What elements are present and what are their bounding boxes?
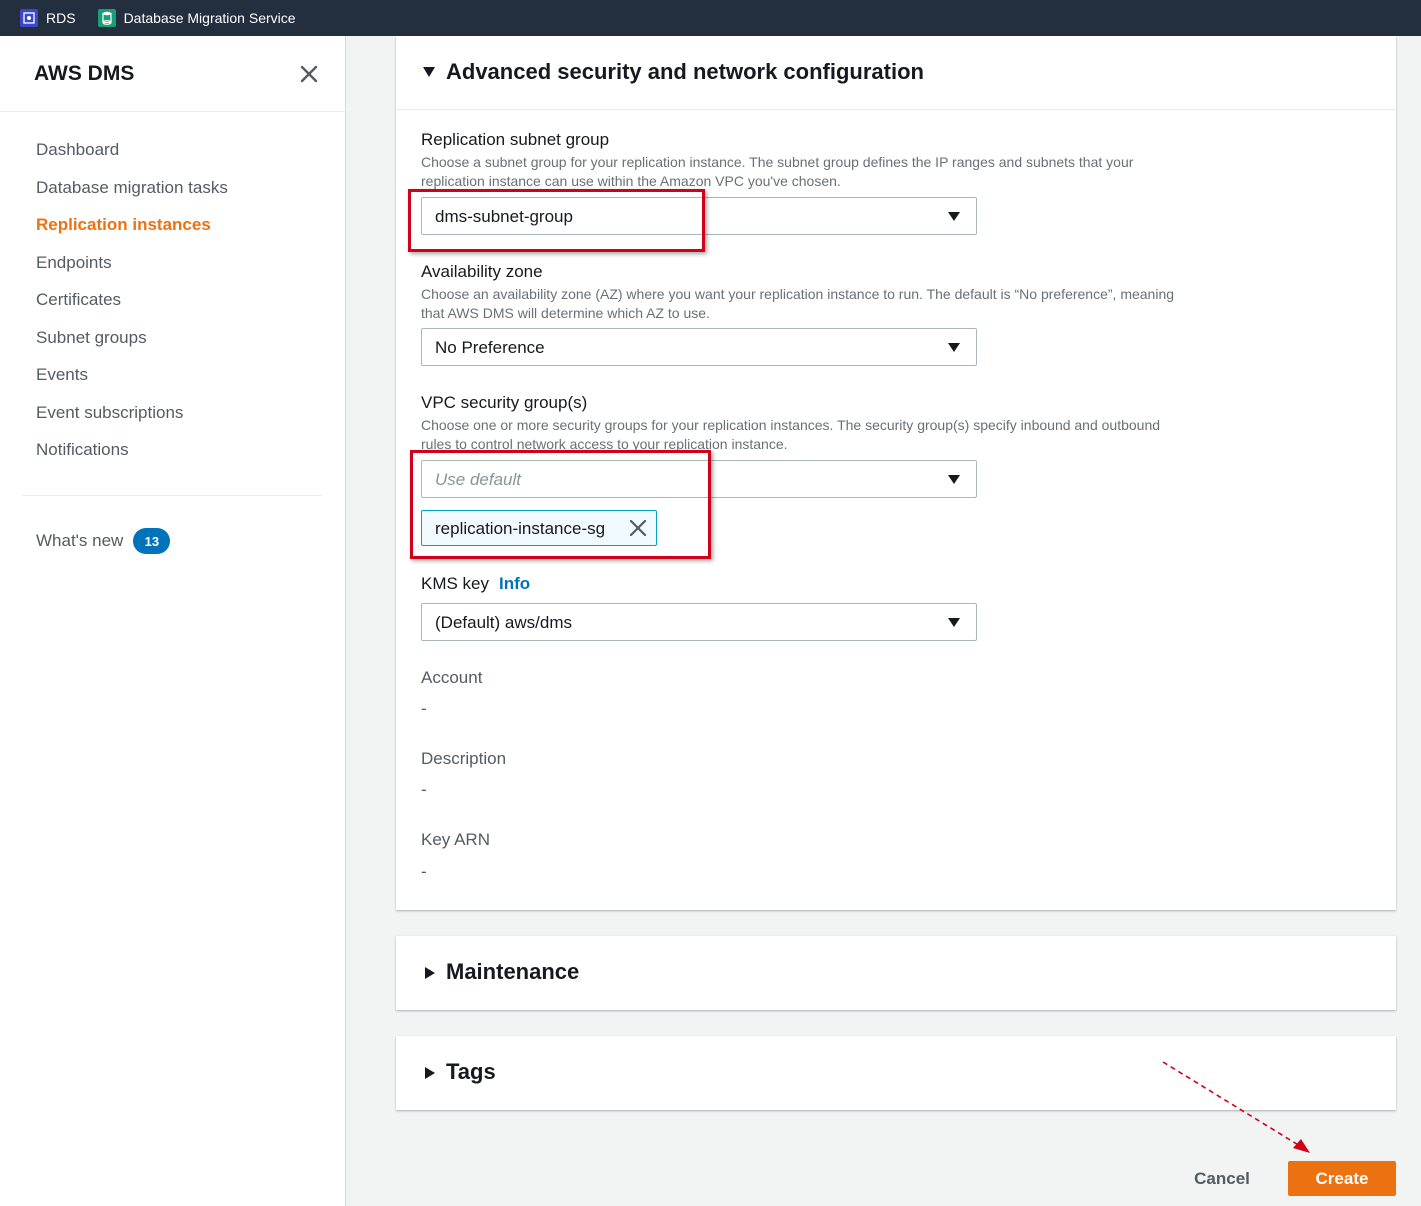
maintenance-panel[interactable]: Maintenance bbox=[396, 936, 1396, 1010]
highlight-box-subnet bbox=[408, 189, 705, 252]
side-navigation-title: AWS DMS bbox=[34, 62, 135, 85]
key-arn-label: Key ARN bbox=[421, 830, 490, 849]
vpc-security-group-description: Choose one or more security groups for y… bbox=[421, 417, 1161, 452]
description-value: - bbox=[421, 780, 427, 799]
sidebar-item-notifications[interactable]: Notifications bbox=[36, 440, 129, 460]
side-navigation: AWS DMS Dashboard Database migration tas… bbox=[0, 36, 346, 1206]
close-icon[interactable] bbox=[299, 64, 319, 84]
kms-key-select[interactable]: (Default) aws/dms bbox=[421, 603, 977, 641]
create-button[interactable]: Create bbox=[1288, 1161, 1396, 1196]
sidebar-item-endpoints[interactable]: Endpoints bbox=[36, 253, 112, 273]
sidebar-divider bbox=[22, 495, 322, 496]
service-shortcut-label: RDS bbox=[46, 10, 76, 26]
dms-icon bbox=[97, 9, 116, 27]
service-shortcut-rds[interactable]: RDS bbox=[20, 9, 76, 27]
availability-zone-label: Availability zone bbox=[421, 262, 543, 281]
sidebar-item-dashboard[interactable]: Dashboard bbox=[36, 140, 119, 160]
caret-right-icon bbox=[425, 967, 435, 979]
service-shortcut-dms[interactable]: Database Migration Service bbox=[97, 9, 296, 27]
highlight-box-security-group bbox=[410, 450, 711, 559]
subnet-group-label: Replication subnet group bbox=[421, 130, 610, 149]
rds-icon bbox=[20, 9, 38, 27]
caret-down-icon bbox=[948, 618, 960, 627]
caret-down-icon bbox=[948, 212, 960, 221]
sidebar-item-subnet-groups[interactable]: Subnet groups bbox=[36, 328, 147, 348]
vpc-security-group-label: VPC security group(s) bbox=[421, 393, 588, 412]
whats-new-label: What's new bbox=[36, 531, 124, 550]
sidebar-item-whats-new[interactable]: What's new 13 bbox=[36, 528, 171, 554]
tags-title: Tags bbox=[446, 1059, 496, 1084]
kms-info-link[interactable]: Info bbox=[499, 574, 530, 593]
sidebar-item-database-migration-tasks[interactable]: Database migration tasks bbox=[36, 178, 228, 198]
maintenance-title: Maintenance bbox=[446, 959, 580, 984]
account-value: - bbox=[421, 699, 427, 718]
kms-key-label: KMS key Info bbox=[421, 574, 530, 594]
caret-down-icon bbox=[948, 475, 960, 484]
key-arn-value: - bbox=[421, 862, 427, 881]
kms-key-value: (Default) aws/dms bbox=[435, 613, 572, 632]
service-bar: RDS Database Migration Service bbox=[0, 0, 1421, 36]
sidebar-item-events[interactable]: Events bbox=[36, 365, 88, 385]
advanced-security-header[interactable]: Advanced security and network configurat… bbox=[396, 36, 1396, 110]
sidebar-item-certificates[interactable]: Certificates bbox=[36, 290, 121, 310]
advanced-security-title: Advanced security and network configurat… bbox=[446, 59, 924, 84]
caret-down-icon bbox=[948, 343, 960, 352]
notification-count-badge: 13 bbox=[133, 528, 171, 554]
kms-key-label-text: KMS key bbox=[421, 574, 490, 593]
account-label: Account bbox=[421, 668, 483, 687]
description-label: Description bbox=[421, 749, 507, 768]
sidebar-item-replication-instances[interactable]: Replication instances bbox=[36, 215, 211, 235]
availability-zone-value: No Preference bbox=[435, 338, 545, 357]
caret-right-icon bbox=[425, 1067, 435, 1079]
sidebar-item-event-subscriptions[interactable]: Event subscriptions bbox=[36, 403, 183, 423]
annotation-arrow-icon bbox=[1162, 1061, 1310, 1153]
subnet-group-description: Choose a subnet group for your replicati… bbox=[421, 154, 1134, 189]
availability-zone-description: Choose an availability zone (AZ) where y… bbox=[421, 286, 1175, 321]
availability-zone-select[interactable]: No Preference bbox=[421, 328, 977, 366]
service-shortcut-label: Database Migration Service bbox=[123, 10, 296, 26]
side-navigation-header: AWS DMS bbox=[0, 36, 345, 112]
cancel-button[interactable]: Cancel bbox=[1179, 1162, 1265, 1196]
caret-down-icon bbox=[423, 67, 435, 77]
